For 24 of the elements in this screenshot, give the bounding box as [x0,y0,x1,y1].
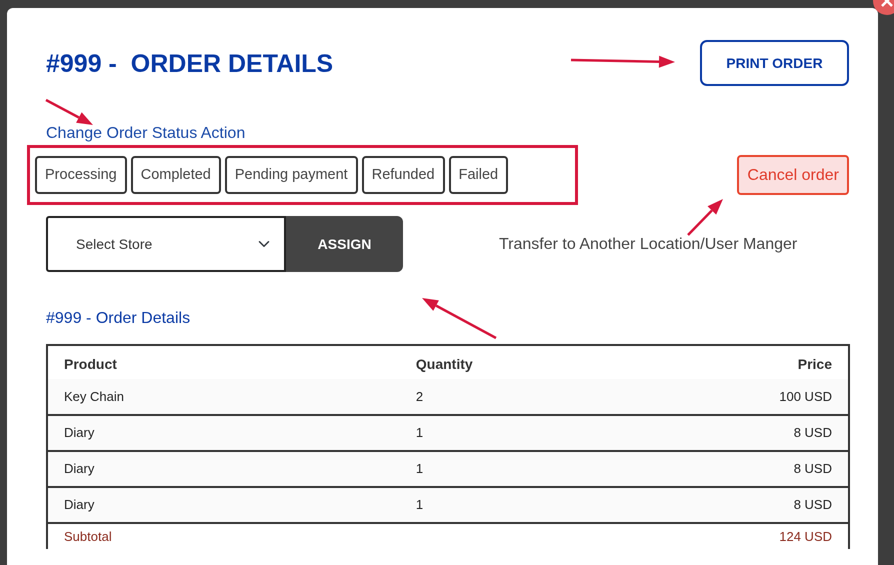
print-order-button[interactable]: PRINT ORDER [700,40,849,86]
annotation-arrow [687,199,723,236]
status-button[interactable]: Processing [35,156,127,194]
status-button[interactable]: Pending payment [224,156,358,194]
status-button[interactable]: Refunded [362,156,445,194]
status-section-label: Change Order Status Action [46,123,246,144]
column-header: Price [628,345,849,379]
store-select[interactable]: Select Store [46,216,286,272]
transfer-note: Transfer to Another Location/User Manger [499,234,798,254]
page-title: #999 - ORDER DETAILS [46,48,334,78]
annotation-arrow [45,98,93,125]
status-button[interactable]: Completed [130,156,221,194]
close-icon[interactable] [873,0,894,15]
table-cell: 2 [400,379,628,415]
status-button[interactable]: Failed [448,156,508,194]
cancel-order-button[interactable]: Cancel order [737,155,849,195]
subtotal-label: Subtotal [47,523,400,549]
assign-button[interactable]: ASSIGN [286,216,403,272]
order-details-link[interactable]: #999 - Order Details [46,306,190,330]
table-cell: Key Chain [47,379,400,415]
column-header: Product [47,345,400,379]
column-header: Quantity [400,345,628,379]
subtotal-value: 124 USD [628,523,849,549]
table-cell: 100 USD [628,379,849,415]
